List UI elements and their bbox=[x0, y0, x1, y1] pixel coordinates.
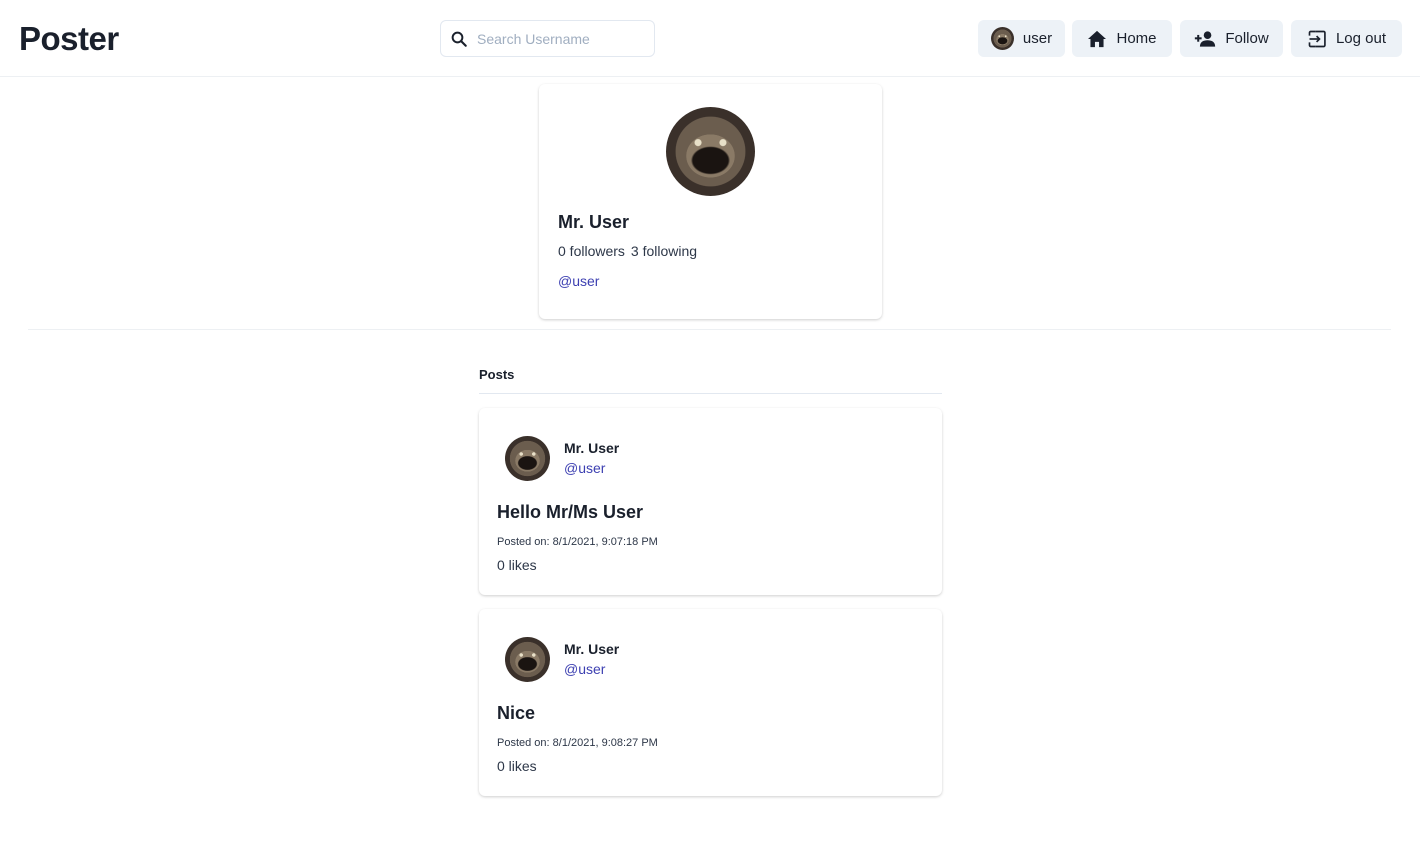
post-author-handle-link[interactable]: @user bbox=[564, 460, 605, 476]
post-card[interactable]: Mr. User @user Hello Mr/Ms User Posted o… bbox=[479, 408, 942, 595]
post-author-handle-link[interactable]: @user bbox=[564, 661, 605, 677]
search-box[interactable] bbox=[440, 20, 655, 57]
section-divider bbox=[28, 329, 1391, 330]
post-author-avatar bbox=[505, 436, 550, 481]
top-navbar: Poster user Home Follow Log out bbox=[0, 0, 1420, 77]
follow-label: Follow bbox=[1225, 30, 1269, 47]
search-input[interactable] bbox=[477, 21, 649, 56]
post-author-name: Mr. User bbox=[564, 641, 620, 657]
post-likes: 0 likes bbox=[497, 758, 537, 774]
post-title: Nice bbox=[497, 703, 536, 723]
home-label: Home bbox=[1116, 30, 1157, 47]
post-likes: 0 likes bbox=[497, 557, 537, 573]
user-menu-label: user bbox=[1022, 30, 1053, 47]
posts-heading-rule bbox=[479, 393, 942, 394]
profile-handle-link[interactable]: @user bbox=[558, 273, 599, 289]
person-add-icon bbox=[1194, 30, 1216, 48]
following-count[interactable]: 3 following bbox=[631, 243, 697, 259]
followers-count[interactable]: 0 followers bbox=[558, 243, 625, 259]
follow-button[interactable]: Follow bbox=[1180, 20, 1283, 57]
posts-heading: Posts bbox=[479, 367, 515, 382]
home-icon bbox=[1087, 30, 1107, 48]
post-author-avatar bbox=[505, 637, 550, 682]
profile-avatar bbox=[666, 107, 755, 196]
profile-stats: 0 followers 3 following bbox=[558, 243, 697, 259]
home-button[interactable]: Home bbox=[1072, 20, 1172, 57]
user-avatar bbox=[990, 27, 1014, 50]
post-author-name: Mr. User bbox=[564, 440, 620, 456]
post-date: Posted on: 8/1/2021, 9:08:27 PM bbox=[497, 737, 658, 749]
logout-icon bbox=[1307, 29, 1327, 49]
post-date: Posted on: 8/1/2021, 9:07:18 PM bbox=[497, 536, 658, 548]
logout-label: Log out bbox=[1335, 30, 1387, 47]
app-logo[interactable]: Poster bbox=[19, 18, 119, 60]
post-title: Hello Mr/Ms User bbox=[497, 502, 644, 522]
user-menu-button[interactable]: user bbox=[978, 20, 1065, 57]
search-icon bbox=[450, 30, 468, 48]
profile-card: Mr. User 0 followers 3 following @user bbox=[539, 84, 882, 319]
logout-button[interactable]: Log out bbox=[1291, 20, 1402, 57]
post-card[interactable]: Mr. User @user Nice Posted on: 8/1/2021,… bbox=[479, 609, 942, 796]
profile-name: Mr. User bbox=[558, 212, 630, 232]
